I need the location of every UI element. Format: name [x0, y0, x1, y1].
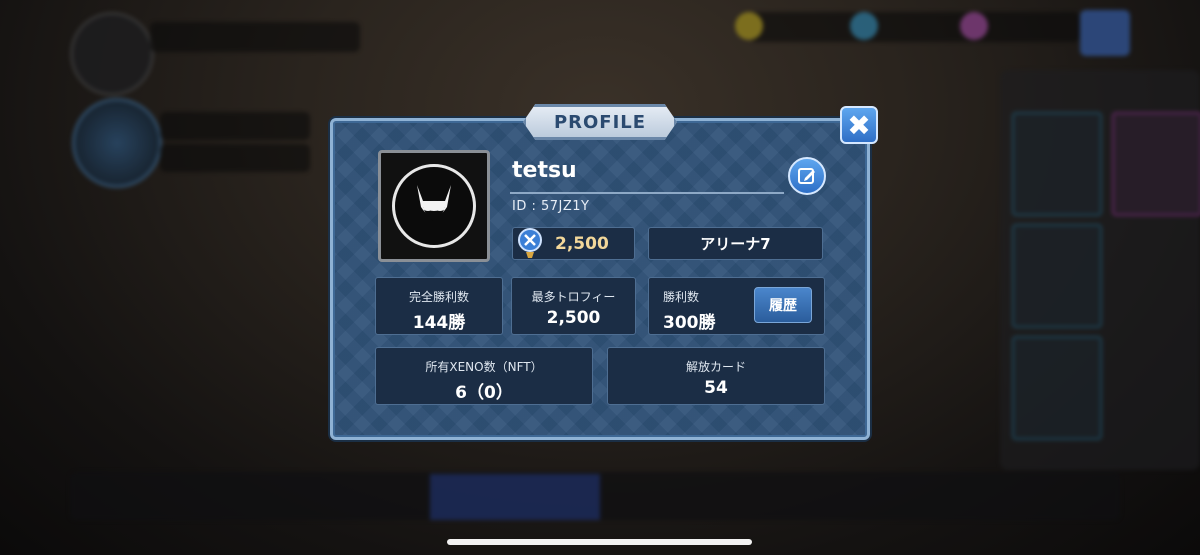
background-blue-gem-icon: [850, 12, 878, 40]
cat-mask-avatar-icon: [392, 164, 476, 248]
xeno-count-value: 6（0）: [455, 383, 513, 403]
profile-title-banner: PROFILE: [523, 104, 677, 140]
unlocked-cards-cell: 解放カード 54: [607, 347, 825, 405]
trophy-icon: [518, 228, 542, 258]
max-trophies-label: 最多トロフィー: [531, 290, 616, 304]
background-avatar: [70, 12, 154, 96]
home-indicator[interactable]: [447, 539, 752, 545]
perfect-wins-label: 完全勝利数: [408, 290, 469, 304]
xeno-count-label: 所有XENO数（NFT）: [425, 360, 543, 374]
trophy-count-box: 2,500: [512, 227, 635, 260]
perfect-wins-cell: 完全勝利数 144勝: [375, 277, 503, 335]
background-card-slot: [1112, 112, 1200, 216]
history-button[interactable]: 履歴: [754, 287, 812, 323]
close-icon: ✖: [847, 108, 871, 142]
background-card-slot: [1012, 224, 1102, 328]
xeno-count-cell: 所有XENO数（NFT） 6（0）: [375, 347, 593, 405]
background-card-slot: [1012, 112, 1102, 216]
background-exp-bar: [160, 112, 310, 140]
background-purple-gem-icon: [960, 12, 988, 40]
background-card-slot: [1012, 336, 1102, 440]
background-currency-bar: [750, 12, 1080, 42]
edit-icon: [798, 168, 815, 184]
perfect-wins-value: 144勝: [412, 313, 466, 333]
user-id: ID : 57JZ1Y: [512, 199, 590, 214]
background-nav-active-tab: [430, 474, 600, 520]
username: tetsu: [512, 158, 577, 183]
username-underline: [510, 192, 784, 194]
background-gold-coin-icon: [735, 12, 763, 40]
trophy-value: 2,500: [555, 234, 609, 254]
background-menu-button: [1080, 10, 1130, 56]
arena-label: アリーナ7: [700, 235, 771, 253]
max-trophies-value: 2,500: [546, 308, 601, 328]
arena-box: アリーナ7: [648, 227, 823, 260]
unlocked-cards-value: 54: [704, 378, 728, 398]
edit-name-button[interactable]: [788, 157, 826, 195]
background-rank-emblem: [72, 98, 162, 188]
profile-title: PROFILE: [553, 111, 647, 133]
close-button[interactable]: ✖: [840, 106, 878, 144]
unlocked-cards-label: 解放カード: [685, 360, 746, 374]
background-name-bar: [150, 22, 360, 52]
max-trophies-cell: 最多トロフィー 2,500: [511, 277, 636, 335]
background-exp-bar-2: [160, 144, 310, 172]
avatar: [378, 150, 490, 262]
